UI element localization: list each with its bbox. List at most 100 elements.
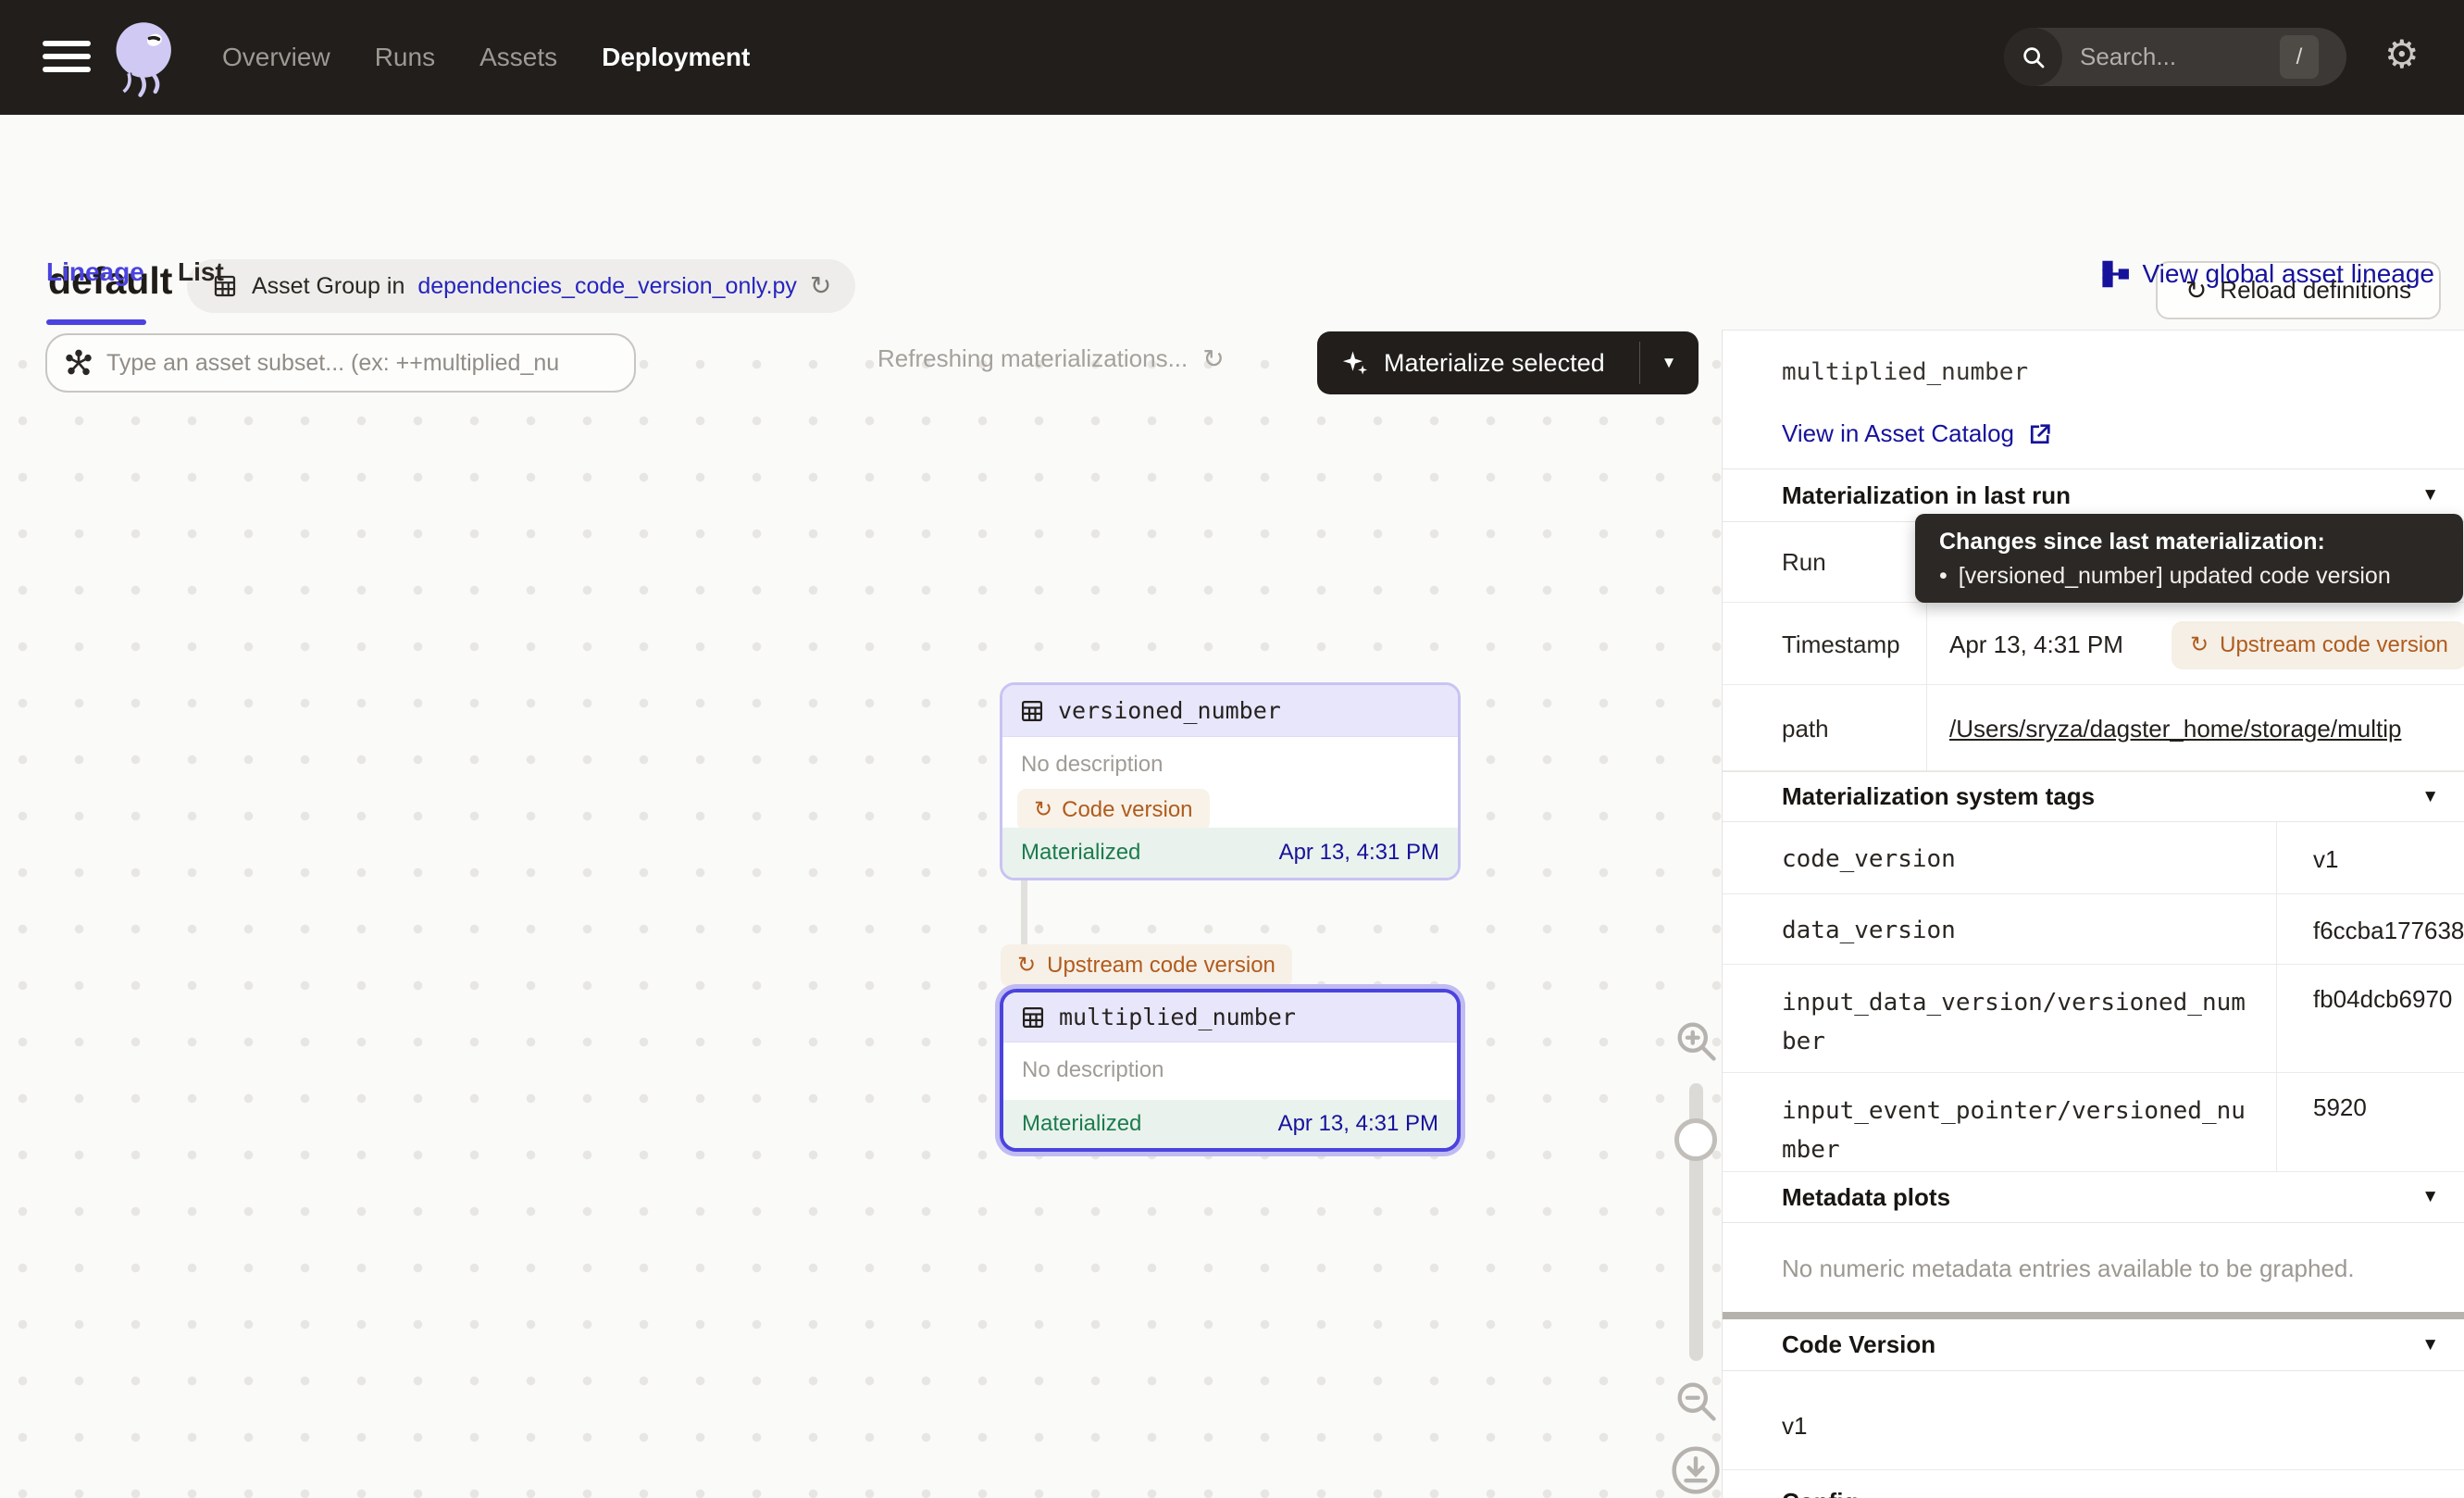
asset-node-footer: Materialized Apr 13, 4:31 PM — [1003, 1100, 1457, 1148]
asset-node-description: No description — [1003, 1042, 1457, 1083]
search-shortcut-badge: / — [2280, 35, 2319, 79]
tooltip-item: [versioned_number] updated code version — [1959, 563, 2391, 590]
nav-links: Overview Runs Assets Deployment — [222, 0, 750, 115]
view-in-asset-catalog-label: View in Asset Catalog — [1782, 419, 2014, 448]
refresh-icon[interactable]: ↻ — [1202, 346, 1224, 372]
page-header: default Asset Group in dependencies_code… — [0, 115, 2464, 220]
materialized-timestamp[interactable]: Apr 13, 4:31 PM — [1279, 840, 1439, 866]
section-header-label: Metadata plots — [1782, 1183, 1950, 1212]
upstream-sync-icon: ↻ — [1017, 955, 1036, 977]
materialize-selected-label: Materialize selected — [1384, 349, 1605, 378]
asset-node-header: versioned_number — [1002, 685, 1458, 737]
run-label: Run — [1782, 548, 1826, 577]
tag-key: code_version — [1782, 845, 1956, 873]
section-header-label: Code Version — [1782, 1330, 1935, 1359]
tag-value: f6ccba177638 — [2313, 917, 2464, 945]
section-config[interactable]: Config — [1723, 1477, 2464, 1498]
code-version-sync-icon: ↻ — [1034, 799, 1052, 821]
upstream-sync-icon: ↻ — [2190, 634, 2209, 656]
section-header-label: Materialization system tags — [1782, 782, 2095, 811]
path-row: path /Users/sryza/dagster_home/storage/m… — [1723, 685, 2464, 771]
table-row: input_data_version/versioned_number fb04… — [1723, 965, 2464, 1073]
search-box[interactable]: / — [2004, 28, 2346, 86]
refreshing-label: Refreshing materializations... — [877, 344, 1188, 373]
tooltip-title: Changes since last materialization: — [1939, 529, 2439, 556]
panel-asset-name: multiplied_number — [1782, 358, 2028, 386]
refreshing-status: Refreshing materializations... ↻ — [877, 344, 1225, 373]
collapse-caret-icon: ▼ — [2421, 1335, 2439, 1355]
external-link-icon — [2027, 421, 2053, 447]
timestamp-row: Timestamp Apr 13, 4:31 PM ↻ Upstream cod… — [1723, 603, 2464, 685]
search-icon — [2004, 28, 2062, 86]
tag-key: data_version — [1782, 917, 1956, 944]
table-row: code_version v1 — [1723, 822, 2464, 894]
zoom-slider-handle[interactable] — [1674, 1118, 1717, 1161]
section-divider — [1723, 1312, 2464, 1319]
hamburger-menu-icon[interactable] — [43, 41, 91, 76]
nav-item-overview[interactable]: Overview — [222, 43, 330, 72]
asset-node-versioned-number[interactable]: versioned_number No description ↻ Code v… — [1000, 682, 1461, 880]
view-global-asset-lineage-link[interactable]: View global asset lineage — [2100, 259, 2434, 289]
code-version-tag: ↻ Code version — [1017, 789, 1210, 831]
timestamp-value: Apr 13, 4:31 PM — [1949, 630, 2123, 659]
changes-tooltip: Changes since last materialization: • [v… — [1915, 514, 2463, 603]
collapse-caret-icon: ▼ — [2421, 485, 2439, 506]
dagster-logo-icon[interactable] — [104, 17, 187, 100]
top-nav-bar: Overview Runs Assets Deployment / ⚙ — [0, 0, 2464, 115]
asset-table-icon — [1020, 1005, 1046, 1030]
nav-item-runs[interactable]: Runs — [375, 43, 435, 72]
table-row: data_version f6ccba177638 — [1723, 894, 2464, 965]
row-divider — [1723, 1469, 2464, 1470]
section-code-version[interactable]: Code Version ▼ — [1723, 1319, 2464, 1371]
asset-graph-canvas[interactable]: Refreshing materializations... ↻ Materia… — [0, 330, 1722, 1498]
section-header-label: Config — [1782, 1488, 1858, 1498]
path-value-link[interactable]: /Users/sryza/dagster_home/storage/multip — [1949, 715, 2464, 743]
zoom-in-icon[interactable] — [1672, 1017, 1720, 1065]
asset-node-name: versioned_number — [1058, 697, 1281, 724]
upstream-code-version-tag: ↻ Upstream code version — [1001, 944, 1292, 987]
download-view-icon[interactable] — [1670, 1444, 1722, 1496]
tag-value: 5920 — [2313, 1093, 2464, 1122]
nav-item-deployment[interactable]: Deployment — [602, 43, 750, 72]
code-version-tag-label: Code version — [1062, 797, 1192, 823]
upstream-code-version-label: Upstream code version — [1047, 953, 1276, 979]
tag-value: fb04dcb6970 — [2313, 985, 2464, 1014]
view-in-asset-catalog-link[interactable]: View in Asset Catalog — [1782, 419, 2053, 448]
lineage-graph-icon — [2100, 259, 2130, 289]
tag-key: input_data_version/versioned_number — [1782, 983, 2249, 1061]
asset-node-footer: Materialized Apr 13, 4:31 PM — [1002, 828, 1458, 878]
asset-subset-input[interactable] — [106, 350, 606, 377]
asset-node-description: No description — [1002, 737, 1458, 778]
table-row: input_event_pointer/versioned_number 592… — [1723, 1073, 2464, 1172]
upstream-code-version-tag: ↻ Upstream code version — [2172, 621, 2464, 669]
collapse-caret-icon: ▼ — [2421, 1187, 2439, 1207]
active-tab-underline — [46, 319, 146, 325]
tab-lineage[interactable]: Lineage — [46, 257, 144, 287]
tooltip-bullet: • — [1939, 563, 1948, 590]
tab-list[interactable]: List — [178, 257, 224, 287]
table-column-divider — [2276, 822, 2277, 1172]
asset-subset-filter[interactable] — [45, 333, 636, 393]
section-materialization-system-tags[interactable]: Materialization system tags ▼ — [1723, 771, 2464, 822]
asset-node-name: multiplied_number — [1059, 1004, 1296, 1030]
asset-node-multiplied-number[interactable]: multiplied_number No description Materia… — [1000, 989, 1461, 1152]
tag-key: input_event_pointer/versioned_number — [1782, 1092, 2249, 1169]
tab-row: Lineage List View global asset lineage — [0, 220, 2464, 330]
section-metadata-plots[interactable]: Metadata plots ▼ — [1723, 1172, 2464, 1223]
sparkle-icon — [1341, 349, 1369, 377]
materialized-timestamp[interactable]: Apr 13, 4:31 PM — [1278, 1111, 1438, 1137]
asset-details-panel: multiplied_number View in Asset Catalog … — [1722, 330, 2464, 1498]
materialize-selected-button[interactable]: Materialize selected ▼ — [1317, 331, 1699, 394]
tag-value: v1 — [2313, 845, 2464, 874]
zoom-out-icon[interactable] — [1672, 1377, 1720, 1425]
nav-item-assets[interactable]: Assets — [479, 43, 557, 72]
search-input[interactable] — [2080, 28, 2265, 86]
materialized-status: Materialized — [1022, 1111, 1141, 1137]
settings-gear-icon[interactable]: ⚙ — [2384, 35, 2420, 74]
metadata-plots-empty-message: No numeric metadata entries available to… — [1782, 1255, 2355, 1283]
section-header-label: Materialization in last run — [1782, 481, 2071, 510]
materialized-status: Materialized — [1021, 840, 1140, 866]
view-global-asset-lineage-label: View global asset lineage — [2143, 259, 2434, 289]
timestamp-label: Timestamp — [1782, 630, 1900, 659]
materialize-dropdown-caret[interactable]: ▼ — [1640, 354, 1698, 372]
